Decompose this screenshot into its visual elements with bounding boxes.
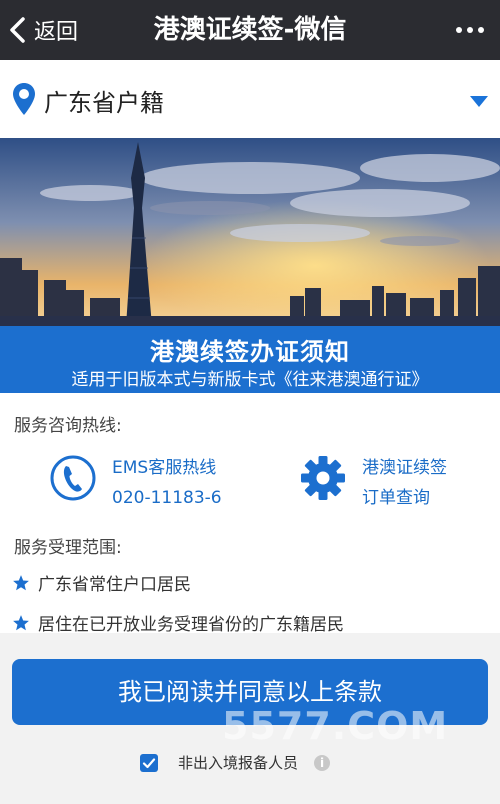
content-panel: 服务咨询热线: EMS客服热线 020-11183-6 港澳证续签 订单查询 服… [0, 393, 500, 635]
city-skyline-illustration [0, 138, 500, 326]
ems-hotline-label: EMS客服热线 [112, 458, 217, 478]
top-nav-bar: 返回 港澳证续签-微信 [0, 0, 500, 60]
region-selector[interactable]: 广东省户籍 [0, 60, 500, 138]
checkmark-icon [142, 757, 156, 768]
gear-icon [301, 456, 345, 500]
notice-bar: 港澳续签办证须知 适用于旧版本式与新版卡式《往来港澳通行证》 [0, 326, 500, 393]
region-label: 广东省户籍 [44, 89, 164, 117]
list-item: 广东省常住户口居民 [12, 570, 191, 595]
list-item-text: 广东省常住户口居民 [38, 575, 191, 595]
star-icon [13, 574, 29, 590]
chevron-left-icon [10, 17, 25, 43]
order-query-label-1: 港澳证续签 [362, 458, 447, 478]
list-item: 居住在已开放业务受理省份的广东籍居民 [12, 610, 344, 635]
dot-icon [467, 27, 473, 33]
dot-icon [478, 27, 484, 33]
checkbox-checked[interactable] [140, 753, 158, 772]
more-menu-button[interactable] [450, 12, 490, 48]
notice-subtitle: 适用于旧版本式与新版卡式《往来港澳通行证》 [71, 370, 429, 390]
ems-hotline-link[interactable]: EMS客服热线 020-11183-6 [48, 453, 222, 513]
dot-icon [456, 27, 462, 33]
caret-down-icon [470, 96, 488, 107]
ems-hotline-number: 020-11183-6 [112, 488, 222, 508]
back-button[interactable]: 返回 [8, 0, 78, 60]
star-icon [13, 614, 29, 630]
agree-button[interactable]: 我已阅读并同意以上条款 [12, 659, 488, 725]
hotline-section-title: 服务咨询热线: [14, 416, 122, 436]
info-icon[interactable]: i [314, 754, 331, 771]
back-label: 返回 [34, 20, 79, 45]
banner-image [0, 138, 500, 326]
scope-section-title: 服务受理范围: [14, 538, 122, 558]
checkbox-label: 非出入境报备人员 [178, 754, 299, 772]
notice-title: 港澳续签办证须知 [150, 338, 350, 366]
list-item-text: 居住在已开放业务受理省份的广东籍居民 [38, 615, 344, 635]
order-query-label-2: 订单查询 [362, 488, 430, 508]
location-pin-icon [13, 83, 35, 115]
phone-icon [50, 455, 96, 501]
non-filing-checkbox-row[interactable]: 非出入境报备人员 i [140, 752, 331, 773]
order-query-link[interactable]: 港澳证续签 订单查询 [298, 453, 447, 513]
